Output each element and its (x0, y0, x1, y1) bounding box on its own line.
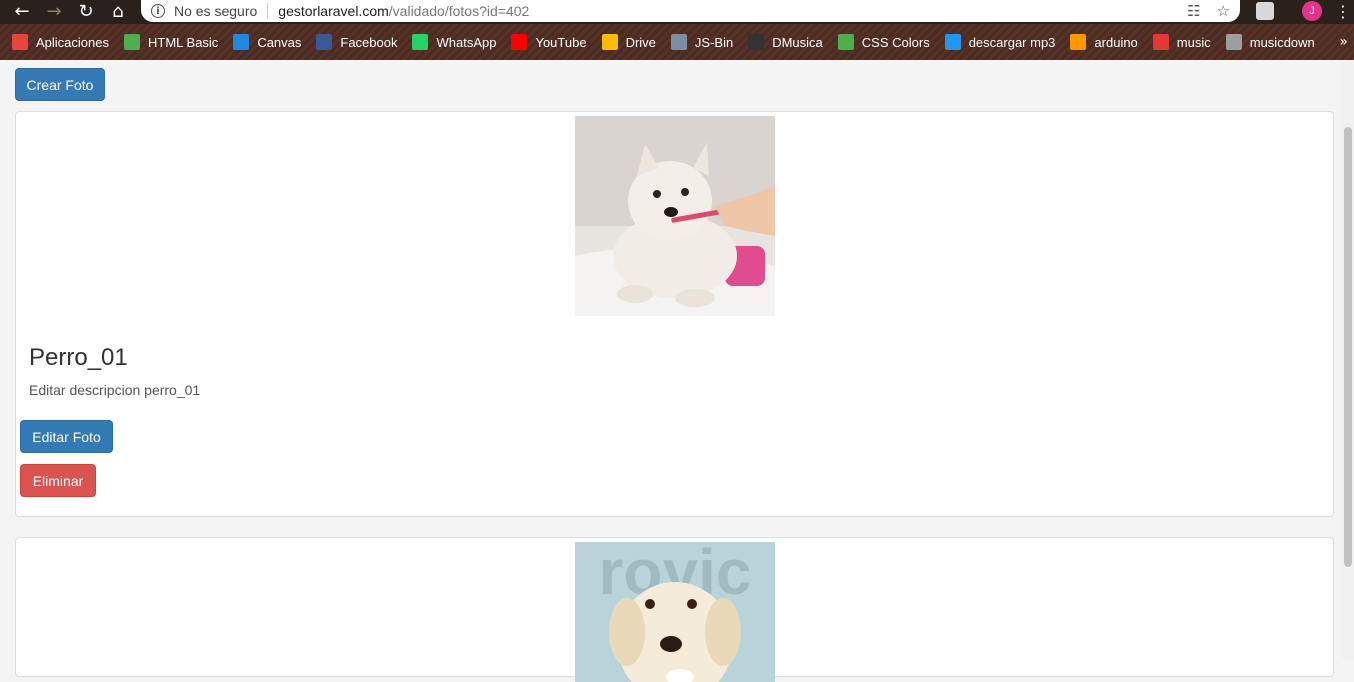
music-hand-icon (748, 34, 765, 50)
create-photo-button[interactable]: Crear Foto (15, 68, 105, 101)
bookmark-item[interactable]: Aplicaciones (12, 34, 109, 50)
edit-photo-button[interactable]: Editar Foto (20, 420, 113, 453)
extension-icon[interactable] (1256, 2, 1274, 20)
photo-image: royic (575, 542, 775, 682)
bookmark-item[interactable]: DMusica (748, 34, 823, 50)
bookmarks-overflow-icon[interactable]: » (1339, 24, 1348, 60)
reload-icon[interactable]: ↻ (72, 0, 100, 22)
page-content: Crear Foto Perro_01 Editar descripcion p… (0, 60, 1342, 682)
bookmark-label: YouTube (535, 34, 587, 50)
bookmark-item[interactable]: CSS Colors (837, 34, 930, 50)
bookmark-item[interactable]: musicdown (1225, 34, 1315, 50)
forward-arrow-icon[interactable]: → (40, 0, 68, 22)
bookmark-label: Facebook (340, 34, 398, 50)
bookmark-label: Aplicaciones (36, 34, 109, 50)
bookmark-item[interactable]: Drive (601, 34, 656, 50)
security-label: No es seguro (174, 3, 258, 19)
download-icon (944, 34, 961, 50)
disc-icon (1225, 34, 1242, 50)
bookmark-label: arduino (1094, 34, 1138, 50)
photo-image (575, 116, 775, 316)
bookmark-label: musicdown (1249, 34, 1315, 50)
grid-color-icon (1070, 34, 1087, 50)
browser-menu-icon[interactable]: ⋮ (1335, 0, 1351, 22)
photo-description: Editar descripcion perro_01 (29, 382, 201, 398)
photo-card: royic (15, 537, 1334, 682)
bookmark-item[interactable]: HTML Basic (124, 34, 218, 50)
wave-icon (837, 34, 854, 50)
bookmark-label: JS-Bin (694, 34, 734, 50)
url-host: gestorlaravel.com (278, 3, 389, 19)
bookmark-item[interactable]: music (1152, 34, 1211, 50)
bookmark-item[interactable]: Canvas (233, 34, 301, 50)
bookmark-label: music (1176, 34, 1211, 50)
bookmark-item[interactable]: YouTube (511, 34, 587, 50)
address-bar[interactable]: i No es seguro gestorlaravel.com/validad… (141, 0, 1240, 22)
delete-photo-button[interactable]: Eliminar (20, 464, 96, 497)
address-divider (267, 3, 269, 19)
bookmark-label: Canvas (257, 34, 302, 50)
url-path: /validado/fotos?id=402 (388, 3, 530, 19)
bookmark-label: CSS Colors (861, 34, 930, 50)
scrollbar-thumb[interactable] (1344, 127, 1352, 567)
bookmark-label: HTML Basic (148, 34, 219, 50)
back-arrow-icon[interactable]: ← (8, 0, 36, 22)
bookmark-item[interactable]: arduino (1070, 34, 1138, 50)
browser-toolbar: ← → ↻ ⌂ i No es seguro gestorlaravel.com… (0, 0, 1354, 24)
youtube-icon (511, 34, 528, 50)
music-note-icon (1152, 34, 1169, 50)
drive-icon (601, 34, 618, 50)
bookmark-item[interactable]: WhatsApp (412, 34, 496, 50)
bookmark-label: Drive (625, 34, 656, 50)
info-icon[interactable]: i (151, 4, 165, 18)
bookmark-item[interactable]: Facebook (316, 34, 397, 50)
page-scrollbar[interactable] (1342, 60, 1354, 659)
jsbin-icon (670, 34, 687, 50)
home-icon[interactable]: ⌂ (104, 0, 132, 22)
translate-icon[interactable]: ☷ (1187, 2, 1200, 20)
profile-avatar[interactable]: J (1302, 1, 1322, 21)
photo-title: Perro_01 (29, 344, 128, 371)
apps-grid-icon (12, 34, 28, 50)
bookmark-item[interactable]: JS-Bin (670, 34, 734, 50)
bookmarks-bar: Aplicaciones HTML Basic Canvas Facebook What… (0, 24, 1354, 60)
bookmark-item[interactable]: descargar mp3 (944, 34, 1056, 50)
wave-icon (124, 34, 140, 50)
canvas-v-icon (233, 34, 250, 50)
facebook-icon (316, 34, 333, 50)
bookmark-label: descargar mp3 (968, 34, 1056, 50)
whatsapp-icon (412, 34, 429, 50)
photo-card: Perro_01 Editar descripcion perro_01 Edi… (15, 111, 1334, 517)
bookmark-label: DMusica (772, 34, 823, 50)
bookmark-label: WhatsApp (436, 34, 497, 50)
bookmark-star-icon[interactable]: ☆ (1217, 2, 1230, 20)
